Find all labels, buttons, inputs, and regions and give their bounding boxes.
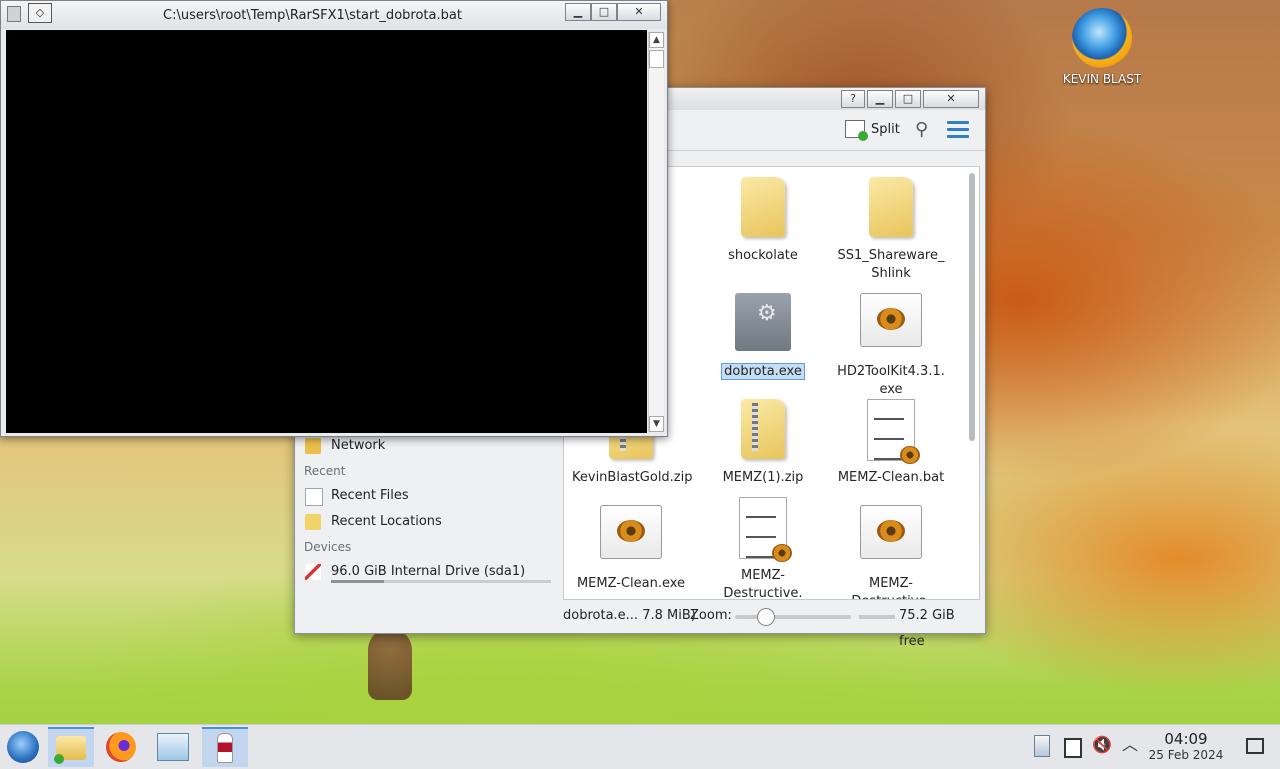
sidebar-item-internal-drive[interactable]: 96.0 GiB Internal Drive (sda1)	[295, 559, 561, 585]
scrollbar-thumb[interactable]	[649, 50, 664, 68]
file-item-label: shockolate	[728, 248, 798, 263]
taskbar-firefox[interactable]	[98, 727, 144, 767]
file-item[interactable]: MEMZ(1).zip	[704, 399, 822, 487]
split-view-icon	[845, 120, 868, 141]
drive-icon	[305, 564, 321, 580]
file-item-label: MEMZ(1).zip	[722, 470, 804, 485]
sidebar-item-label: Network	[331, 438, 386, 453]
taskbar-wine[interactable]	[202, 727, 248, 767]
device-notifier-icon[interactable]	[1064, 738, 1082, 758]
executable-gear-icon	[735, 293, 791, 351]
free-space-bar	[859, 615, 895, 619]
zoom-slider-track[interactable]	[735, 615, 851, 619]
split-label: Split	[871, 121, 900, 137]
batch-file-icon	[867, 399, 920, 464]
sidebar-item-label: Recent Files	[331, 488, 409, 503]
search-icon[interactable]: ⚲	[915, 120, 935, 140]
sidebar-section-devices: Devices	[304, 540, 352, 554]
sidebar-item-label: Recent Locations	[331, 514, 442, 529]
clock[interactable]: 04:09 25 Feb 2024	[1140, 730, 1232, 763]
console-title: C:\users\root\Temp\RarSFX1\start_dobrota…	[163, 8, 462, 23]
network-icon	[305, 438, 321, 454]
maximize-button[interactable]: □	[591, 3, 617, 21]
free-space-label: 75.2 GiB free	[899, 608, 955, 649]
sidebar-section-recent: Recent	[304, 464, 346, 478]
split-button[interactable]: Split	[845, 120, 900, 141]
help-button[interactable]: ?	[841, 90, 865, 108]
taskbar-system-settings[interactable]	[150, 727, 196, 767]
firefox-icon	[106, 732, 136, 762]
file-item-label: MEMZ-Clean.bat	[837, 470, 945, 485]
exe-icon	[860, 293, 922, 347]
console-titlebar[interactable]: ◇ C:\users\root\Temp\RarSFX1\start_dobro…	[1, 1, 667, 29]
desktop-icon-label: KEVIN BLAST	[1062, 72, 1142, 86]
file-item-label: SS1_Shareware_ Shlink	[837, 248, 945, 281]
file-item-label: MEMZ-Destructive. bat	[723, 568, 803, 600]
kevin-blast-icon	[1072, 8, 1132, 68]
status-bar: dobrota.e... 7.8 MiB) Zoom: 75.2 GiB fre…	[563, 603, 983, 649]
wallpaper-figure	[368, 628, 412, 700]
recent-files-icon	[305, 488, 323, 506]
sidebar-item-recent-locations[interactable]: Recent Locations	[295, 509, 561, 535]
start-menu-button[interactable]	[0, 727, 46, 767]
folder-icon	[741, 177, 785, 237]
file-item[interactable]: MEMZ-Destructive. exe	[832, 505, 950, 599]
file-item[interactable]: SS1_Shareware_ Shlink	[832, 177, 950, 283]
hamburger-menu-icon[interactable]	[947, 121, 969, 139]
file-manager-icon	[54, 736, 86, 764]
volume-muted-icon[interactable]: 🔇	[1092, 733, 1114, 757]
wine-glass-icon	[217, 733, 233, 763]
sidebar-item-label: 96.0 GiB Internal Drive (sda1)	[331, 564, 526, 579]
file-item-label: MEMZ-Destructive. exe	[851, 576, 930, 599]
vertical-scrollbar[interactable]	[969, 173, 975, 441]
clock-time: 04:09	[1164, 730, 1208, 748]
batch-file-icon	[739, 497, 792, 562]
file-item[interactable]: shockolate	[704, 177, 822, 265]
exe-icon	[860, 505, 922, 559]
taskbar: 🔇 ︿ 04:09 25 Feb 2024	[0, 724, 1280, 769]
clipboard-icon[interactable]	[1034, 735, 1050, 757]
sidebar-item-recent-files[interactable]: Recent Files	[295, 483, 561, 509]
drive-usage-fill	[331, 580, 384, 583]
file-item-label: KevinBlastGold.zip	[572, 470, 693, 485]
file-item[interactable]: MEMZ-Clean.exe	[572, 505, 690, 593]
file-item-label: dobrota.exe	[721, 363, 805, 380]
window-menu-icon[interactable]: ◇	[28, 3, 52, 23]
console-output[interactable]	[6, 30, 647, 433]
maximize-button[interactable]: □	[895, 90, 921, 108]
file-item[interactable]: MEMZ-Destructive. bat	[704, 497, 822, 600]
zoom-slider-handle[interactable]	[757, 608, 775, 626]
console-scrollbar[interactable]: ▲ ▼	[648, 32, 664, 432]
zip-icon	[741, 399, 785, 459]
file-item[interactable]: MEMZ-Clean.bat	[832, 399, 950, 487]
taskbar-file-manager[interactable]	[48, 727, 94, 767]
minimize-button[interactable]: ▁	[565, 3, 591, 21]
selection-info: dobrota.e... 7.8 MiB)	[563, 608, 696, 623]
console-app-icon	[7, 6, 21, 22]
file-item-label: MEMZ-Clean.exe	[576, 576, 686, 591]
folder-icon	[869, 177, 913, 237]
show-desktop-icon[interactable]	[1246, 738, 1264, 754]
minimize-button[interactable]: ▁	[867, 90, 893, 108]
system-settings-icon	[157, 733, 189, 761]
scroll-up-arrow-icon[interactable]: ▲	[649, 32, 664, 48]
file-item-label: HD2ToolKit4.3.1. exe	[837, 364, 945, 397]
file-item[interactable]: HD2ToolKit4.3.1. exe	[832, 293, 950, 399]
file-item[interactable]: dobrota.exe	[704, 293, 822, 381]
close-button[interactable]: ✕	[617, 3, 661, 21]
close-button[interactable]: ✕	[923, 90, 979, 108]
start-orb-icon	[7, 731, 39, 763]
recent-locations-icon	[305, 514, 321, 530]
scroll-down-arrow-icon[interactable]: ▼	[649, 416, 664, 432]
places-sidebar: Network Recent Recent Files Recent Locat…	[295, 433, 561, 603]
clock-date: 25 Feb 2024	[1148, 748, 1224, 762]
exe-icon	[600, 505, 662, 559]
zoom-label: Zoom:	[690, 608, 732, 623]
desktop-icon-kevin-blast[interactable]: KEVIN BLAST	[1058, 8, 1146, 86]
drive-usage-bar	[331, 580, 551, 583]
console-window[interactable]: ◇ C:\users\root\Temp\RarSFX1\start_dobro…	[0, 0, 668, 437]
